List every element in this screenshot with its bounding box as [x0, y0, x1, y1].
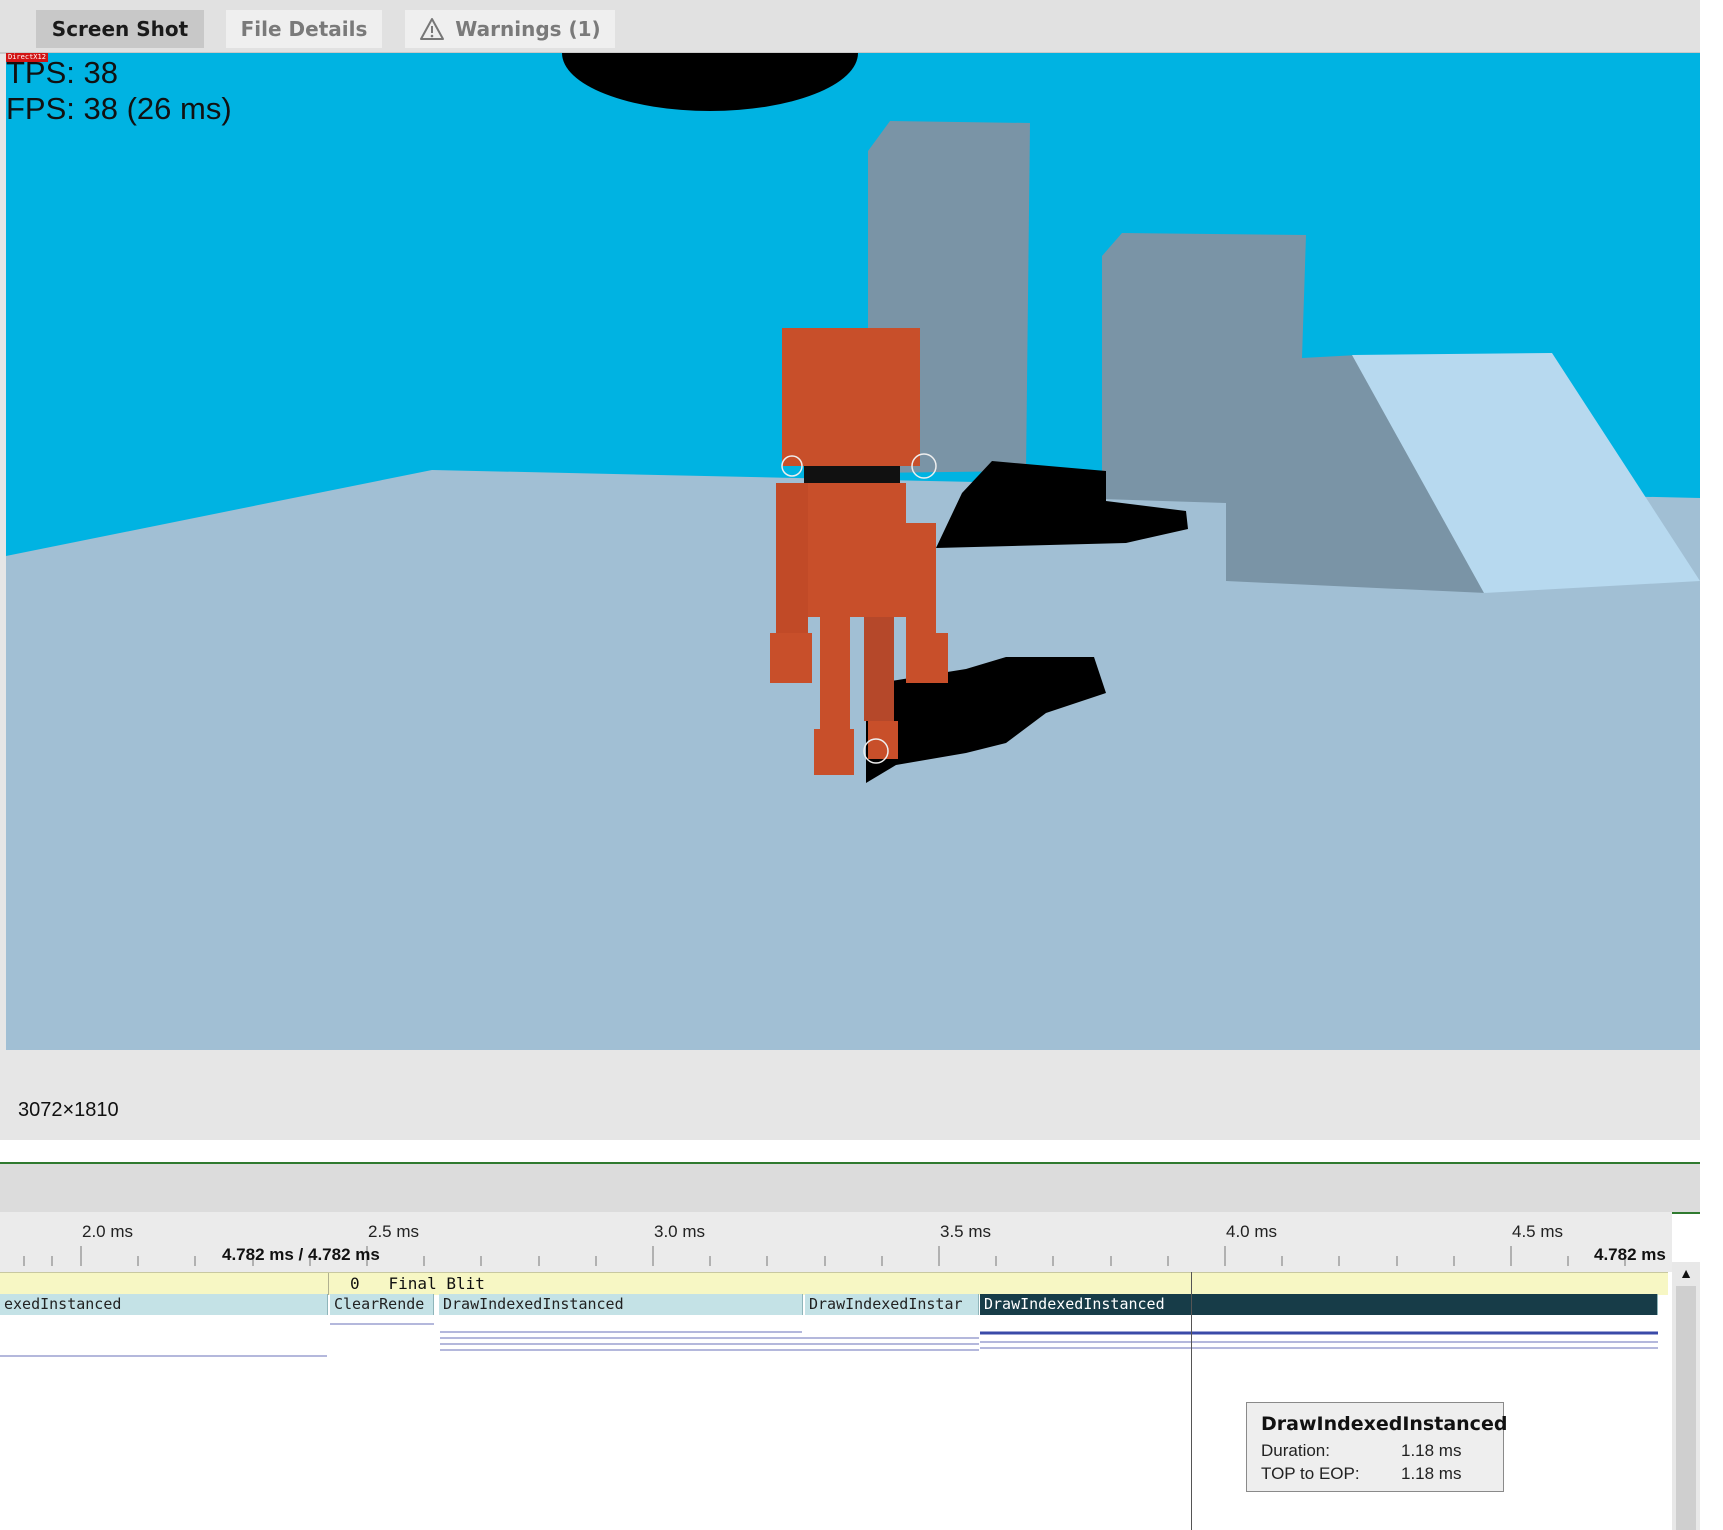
tooltip-value: 1.18 ms: [1401, 1464, 1462, 1483]
scroll-up-arrow-icon[interactable]: ▲: [1672, 1262, 1700, 1284]
tab-label: File Details: [240, 17, 368, 41]
time-ruler[interactable]: 2.0 ms 2.5 ms 3.0 ms 3.5 ms 4.0 ms 4.5 m…: [0, 1212, 1672, 1272]
scene-render: [6, 53, 1700, 1050]
tick-label: 2.5 ms: [368, 1222, 420, 1241]
tab-strip: Screen Shot File Details Warnings (1): [0, 0, 1700, 54]
tick-label: 4.5 ms: [1512, 1222, 1564, 1241]
tab-screen-shot[interactable]: Screen Shot: [36, 10, 204, 48]
tooltip-value: 1.18 ms: [1401, 1441, 1462, 1460]
event-block[interactable]: ClearRende: [330, 1294, 434, 1315]
tooltip-title: DrawIndexedInstanced: [1261, 1413, 1508, 1435]
tick-label: 2.0 ms: [82, 1222, 134, 1241]
cursor-time-readout: 4.782 ms / 4.782 ms: [222, 1245, 380, 1264]
sphere: [562, 53, 858, 111]
event-row: exedInstanced ClearRende DrawIndexedInst…: [0, 1294, 1668, 1316]
event-block[interactable]: DrawIndexedInstar: [805, 1294, 979, 1315]
tooltip-row: TOP to EOP: 1.18 ms: [1261, 1462, 1489, 1485]
resolution-label: 3072×1810: [18, 1099, 119, 1121]
warning-triangle-icon: [420, 18, 445, 40]
tick-label: 4.0 ms: [1226, 1222, 1278, 1241]
tooltip-row: Duration: 1.18 ms: [1261, 1439, 1489, 1462]
activity-lines: [0, 1323, 1658, 1357]
tab-label: Warnings (1): [455, 17, 601, 41]
tab-file-details[interactable]: File Details: [226, 10, 382, 48]
scroll-track[interactable]: [1676, 1286, 1696, 1530]
tps-counter: TPS: 38: [6, 55, 118, 90]
marker-divider: [328, 1273, 329, 1295]
playhead[interactable]: [1191, 1272, 1192, 1530]
screenshot-pane: Screen Shot File Details Warnings (1) Di…: [0, 0, 1700, 1140]
fps-counter: FPS: 38 (26 ms): [6, 91, 232, 126]
tick-label: 3.0 ms: [654, 1222, 706, 1241]
tab-warnings[interactable]: Warnings (1): [405, 10, 615, 48]
vertical-scrollbar[interactable]: ▲: [1672, 1262, 1700, 1530]
timeline-header: [0, 1162, 1700, 1214]
marker-row[interactable]: 0 Final Blit: [0, 1272, 1668, 1295]
screenshot-viewport[interactable]: DirectX12 TPS: 38 FPS: 38 (26 ms): [6, 53, 1700, 1050]
event-block[interactable]: DrawIndexedInstanced: [439, 1294, 803, 1315]
tick-label: 3.5 ms: [940, 1222, 992, 1241]
event-block[interactable]: exedInstanced: [0, 1294, 328, 1315]
end-time-readout: 4.782 ms: [1594, 1245, 1666, 1264]
event-block-selected[interactable]: DrawIndexedInstanced: [980, 1294, 1658, 1315]
tooltip-key: TOP to EOP:: [1261, 1464, 1360, 1483]
tooltip-key: Duration:: [1261, 1441, 1330, 1460]
event-tooltip: DrawIndexedInstanced Duration: 1.18 ms T…: [1246, 1402, 1508, 1492]
marker-label: 0 Final Blit: [350, 1274, 485, 1293]
tab-label: Screen Shot: [51, 17, 189, 41]
